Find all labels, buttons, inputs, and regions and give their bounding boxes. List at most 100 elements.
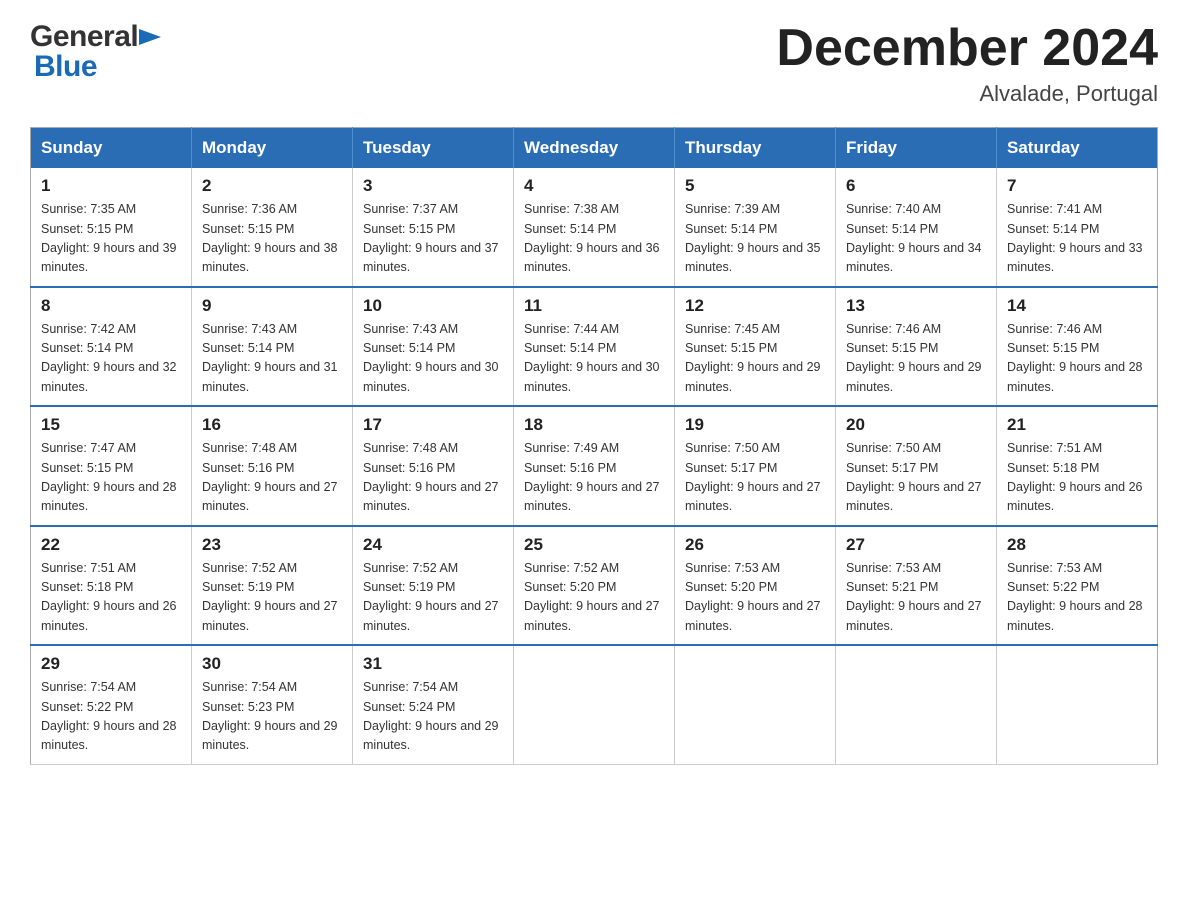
day-number: 14 (1007, 296, 1147, 316)
day-info: Sunrise: 7:49 AMSunset: 5:16 PMDaylight:… (524, 439, 664, 517)
day-cell-26: 26 Sunrise: 7:53 AMSunset: 5:20 PMDayligh… (675, 526, 836, 646)
week-row-4: 22Sunrise: 7:51 AMSunset: 5:18 PMDayligh… (31, 526, 1158, 646)
week-row-1: 1 Sunrise: 7:35 AMSunset: 5:15 PMDaylight… (31, 168, 1158, 287)
day-info: Sunrise: 7:51 AMSunset: 5:18 PMDaylight:… (1007, 439, 1147, 517)
week-row-3: 15 Sunrise: 7:47 AMSunset: 5:15 PMDayligh… (31, 406, 1158, 526)
logo-blue-text: Blue (34, 50, 97, 83)
day-info: Sunrise: 7:45 AMSunset: 5:15 PMDaylight:… (685, 320, 825, 398)
day-number: 30 (202, 654, 342, 674)
day-number: 19 (685, 415, 825, 435)
day-cell-18: 18 Sunrise: 7:49 AMSunset: 5:16 PMDayligh… (514, 406, 675, 526)
month-title: December 2024 (776, 20, 1158, 77)
day-info: Sunrise: 7:43 AMSunset: 5:14 PMDaylight:… (363, 320, 503, 398)
day-number: 28 (1007, 535, 1147, 555)
day-info: Sunrise: 7:39 AMSunset: 5:14 PMDaylight:… (685, 200, 825, 278)
day-number: 20 (846, 415, 986, 435)
day-number: 3 (363, 176, 503, 196)
day-number: 18 (524, 415, 664, 435)
day-info: Sunrise: 7:47 AMSunset: 5:15 PMDaylight:… (41, 439, 181, 517)
day-cell-8: 8 Sunrise: 7:42 AMSunset: 5:14 PMDaylight… (31, 287, 192, 407)
day-number: 27 (846, 535, 986, 555)
col-header-friday: Friday (836, 128, 997, 169)
day-cell-2: 2 Sunrise: 7:36 AMSunset: 5:15 PMDaylight… (192, 168, 353, 287)
day-info: Sunrise: 7:38 AMSunset: 5:14 PMDaylight:… (524, 200, 664, 278)
day-number: 5 (685, 176, 825, 196)
logo: General Blue (30, 20, 162, 84)
day-info: Sunrise: 7:54 AMSunset: 5:22 PMDaylight:… (41, 678, 181, 756)
day-info: Sunrise: 7:50 AMSunset: 5:17 PMDaylight:… (685, 439, 825, 517)
day-cell-16: 16Sunrise: 7:48 AMSunset: 5:16 PMDayligh… (192, 406, 353, 526)
day-info: Sunrise: 7:43 AMSunset: 5:14 PMDaylight:… (202, 320, 342, 398)
empty-cell (514, 645, 675, 764)
col-header-thursday: Thursday (675, 128, 836, 169)
day-number: 2 (202, 176, 342, 196)
day-cell-12: 12Sunrise: 7:45 AMSunset: 5:15 PMDayligh… (675, 287, 836, 407)
col-header-sunday: Sunday (31, 128, 192, 169)
empty-cell (675, 645, 836, 764)
day-cell-27: 27 Sunrise: 7:53 AMSunset: 5:21 PMDayligh… (836, 526, 997, 646)
day-number: 15 (41, 415, 181, 435)
day-number: 25 (524, 535, 664, 555)
day-cell-24: 24Sunrise: 7:52 AMSunset: 5:19 PMDayligh… (353, 526, 514, 646)
day-info: Sunrise: 7:51 AMSunset: 5:18 PMDaylight:… (41, 559, 181, 637)
calendar-title-block: December 2024 Alvalade, Portugal (776, 20, 1158, 107)
day-cell-22: 22Sunrise: 7:51 AMSunset: 5:18 PMDayligh… (31, 526, 192, 646)
day-info: Sunrise: 7:46 AMSunset: 5:15 PMDaylight:… (1007, 320, 1147, 398)
day-info: Sunrise: 7:41 AMSunset: 5:14 PMDaylight:… (1007, 200, 1147, 278)
day-number: 17 (363, 415, 503, 435)
day-number: 11 (524, 296, 664, 316)
day-info: Sunrise: 7:44 AMSunset: 5:14 PMDaylight:… (524, 320, 664, 398)
day-number: 7 (1007, 176, 1147, 196)
calendar-header: SundayMondayTuesdayWednesdayThursdayFrid… (31, 128, 1158, 169)
day-cell-17: 17 Sunrise: 7:48 AMSunset: 5:16 PMDayligh… (353, 406, 514, 526)
day-info: Sunrise: 7:54 AMSunset: 5:23 PMDaylight:… (202, 678, 342, 756)
day-info: Sunrise: 7:52 AMSunset: 5:19 PMDaylight:… (202, 559, 342, 637)
day-cell-7: 7 Sunrise: 7:41 AMSunset: 5:14 PMDaylight… (997, 168, 1158, 287)
day-info: Sunrise: 7:40 AMSunset: 5:14 PMDaylight:… (846, 200, 986, 278)
day-number: 31 (363, 654, 503, 674)
calendar-table: SundayMondayTuesdayWednesdayThursdayFrid… (30, 127, 1158, 765)
day-info: Sunrise: 7:36 AMSunset: 5:15 PMDaylight:… (202, 200, 342, 278)
day-cell-21: 21 Sunrise: 7:51 AMSunset: 5:18 PMDayligh… (997, 406, 1158, 526)
day-cell-9: 9 Sunrise: 7:43 AMSunset: 5:14 PMDaylight… (192, 287, 353, 407)
day-cell-6: 6 Sunrise: 7:40 AMSunset: 5:14 PMDaylight… (836, 168, 997, 287)
day-cell-11: 11 Sunrise: 7:44 AMSunset: 5:14 PMDayligh… (514, 287, 675, 407)
col-header-monday: Monday (192, 128, 353, 169)
day-info: Sunrise: 7:53 AMSunset: 5:21 PMDaylight:… (846, 559, 986, 637)
day-info: Sunrise: 7:50 AMSunset: 5:17 PMDaylight:… (846, 439, 986, 517)
empty-cell (836, 645, 997, 764)
day-info: Sunrise: 7:46 AMSunset: 5:15 PMDaylight:… (846, 320, 986, 398)
col-header-wednesday: Wednesday (514, 128, 675, 169)
day-number: 8 (41, 296, 181, 316)
day-cell-1: 1 Sunrise: 7:35 AMSunset: 5:15 PMDaylight… (31, 168, 192, 287)
day-number: 1 (41, 176, 181, 196)
day-number: 29 (41, 654, 181, 674)
col-header-tuesday: Tuesday (353, 128, 514, 169)
day-info: Sunrise: 7:53 AMSunset: 5:20 PMDaylight:… (685, 559, 825, 637)
day-cell-13: 13Sunrise: 7:46 AMSunset: 5:15 PMDayligh… (836, 287, 997, 407)
day-number: 23 (202, 535, 342, 555)
week-row-5: 29 Sunrise: 7:54 AMSunset: 5:22 PMDayligh… (31, 645, 1158, 764)
week-row-2: 8 Sunrise: 7:42 AMSunset: 5:14 PMDaylight… (31, 287, 1158, 407)
day-info: Sunrise: 7:48 AMSunset: 5:16 PMDaylight:… (202, 439, 342, 517)
day-cell-31: 31 Sunrise: 7:54 AMSunset: 5:24 PMDayligh… (353, 645, 514, 764)
empty-cell (997, 645, 1158, 764)
day-info: Sunrise: 7:42 AMSunset: 5:14 PMDaylight:… (41, 320, 181, 398)
day-cell-14: 14 Sunrise: 7:46 AMSunset: 5:15 PMDayligh… (997, 287, 1158, 407)
location-subtitle: Alvalade, Portugal (776, 81, 1158, 107)
day-number: 9 (202, 296, 342, 316)
day-number: 6 (846, 176, 986, 196)
day-cell-3: 3 Sunrise: 7:37 AMSunset: 5:15 PMDaylight… (353, 168, 514, 287)
day-info: Sunrise: 7:54 AMSunset: 5:24 PMDaylight:… (363, 678, 503, 756)
day-number: 21 (1007, 415, 1147, 435)
day-cell-29: 29 Sunrise: 7:54 AMSunset: 5:22 PMDayligh… (31, 645, 192, 764)
day-info: Sunrise: 7:48 AMSunset: 5:16 PMDaylight:… (363, 439, 503, 517)
day-info: Sunrise: 7:37 AMSunset: 5:15 PMDaylight:… (363, 200, 503, 278)
day-info: Sunrise: 7:52 AMSunset: 5:19 PMDaylight:… (363, 559, 503, 637)
page-header: General Blue December 2024 Alvalade, Por… (30, 20, 1158, 107)
day-header-row: SundayMondayTuesdayWednesdayThursdayFrid… (31, 128, 1158, 169)
day-cell-28: 28Sunrise: 7:53 AMSunset: 5:22 PMDayligh… (997, 526, 1158, 646)
day-number: 26 (685, 535, 825, 555)
day-info: Sunrise: 7:52 AMSunset: 5:20 PMDaylight:… (524, 559, 664, 637)
day-info: Sunrise: 7:35 AMSunset: 5:15 PMDaylight:… (41, 200, 181, 278)
